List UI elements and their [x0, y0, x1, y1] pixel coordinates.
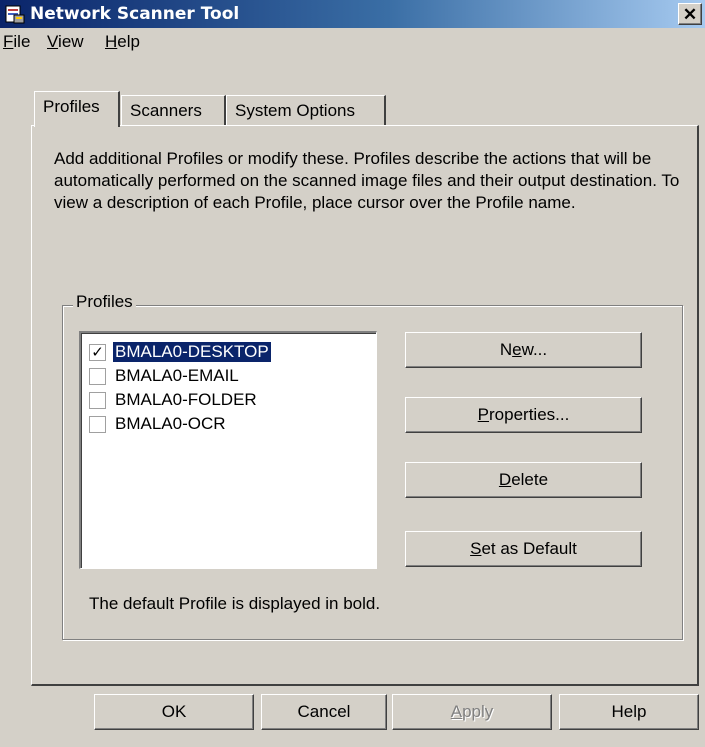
- cancel-button-label: Cancel: [297, 702, 351, 721]
- list-item[interactable]: BMALA0-EMAIL: [89, 365, 241, 387]
- delete-button-label-b: elete: [511, 470, 549, 489]
- new-button-mnemonic: e: [512, 340, 522, 359]
- tab-system-options-label: System Options: [235, 101, 355, 120]
- delete-button[interactable]: Delete: [405, 462, 642, 498]
- close-icon: ✕: [682, 4, 698, 24]
- scanner-app-icon: [5, 5, 25, 24]
- menu-file[interactable]: File: [3, 32, 30, 52]
- list-item[interactable]: BMALA0-OCR: [89, 413, 228, 435]
- help-button[interactable]: Help: [559, 694, 699, 730]
- set-default-button-mnemonic: S: [470, 539, 482, 558]
- menu-help[interactable]: Help: [105, 32, 140, 52]
- profiles-description: Add additional Profiles or modify these.…: [54, 149, 680, 212]
- list-item[interactable]: BMALA0-FOLDER: [89, 389, 259, 411]
- list-item-label: BMALA0-DESKTOP: [112, 341, 272, 363]
- tab-scanners-label: Scanners: [130, 101, 202, 120]
- new-button-label-a: N: [499, 340, 513, 359]
- delete-button-mnemonic: D: [498, 470, 512, 489]
- list-item[interactable]: ✓ BMALA0-DESKTOP: [89, 341, 272, 363]
- title-bar: Network Scanner Tool ✕: [0, 0, 705, 28]
- cancel-button[interactable]: Cancel: [261, 694, 387, 730]
- set-default-button-label-b: et as Default: [481, 539, 577, 558]
- apply-button[interactable]: Apply: [392, 694, 552, 730]
- window-title: Network Scanner Tool: [30, 4, 240, 24]
- menu-bar: File View Help: [0, 28, 705, 56]
- list-item-label: BMALA0-FOLDER: [115, 390, 257, 409]
- close-button[interactable]: ✕: [678, 3, 702, 25]
- properties-button-mnemonic: P: [477, 405, 490, 424]
- tab-system-options[interactable]: System Options: [226, 95, 386, 127]
- profiles-group-label: Profiles: [73, 292, 136, 312]
- properties-button-label-b: roperties...: [489, 405, 570, 424]
- tab-profiles-label: Profiles: [43, 97, 100, 116]
- checkbox-checked[interactable]: ✓: [89, 343, 106, 361]
- checkbox[interactable]: [89, 367, 106, 385]
- set-default-button[interactable]: Set as Default: [405, 531, 642, 567]
- apply-button-mnemonic: A: [450, 702, 463, 721]
- checkbox[interactable]: [89, 415, 106, 433]
- list-item-label: BMALA0-EMAIL: [115, 366, 239, 385]
- checkbox[interactable]: [89, 391, 106, 409]
- apply-button-label-b: pply: [462, 702, 494, 721]
- menu-view[interactable]: View: [47, 32, 84, 52]
- default-profile-note: The default Profile is displayed in bold…: [89, 594, 381, 613]
- new-button[interactable]: New...: [405, 332, 642, 368]
- ok-button[interactable]: OK: [94, 694, 254, 730]
- new-button-label-b: w...: [521, 340, 548, 359]
- properties-button[interactable]: Properties...: [405, 397, 642, 433]
- ok-button-label: OK: [161, 702, 187, 721]
- profiles-listbox[interactable]: ✓ BMALA0-DESKTOP BMALA0-EMAIL BMALA0-FOL…: [79, 331, 377, 569]
- tab-scanners[interactable]: Scanners: [121, 95, 226, 127]
- list-item-label: BMALA0-OCR: [115, 414, 226, 433]
- tab-profiles[interactable]: Profiles: [34, 91, 120, 127]
- help-button-label: Help: [611, 702, 647, 721]
